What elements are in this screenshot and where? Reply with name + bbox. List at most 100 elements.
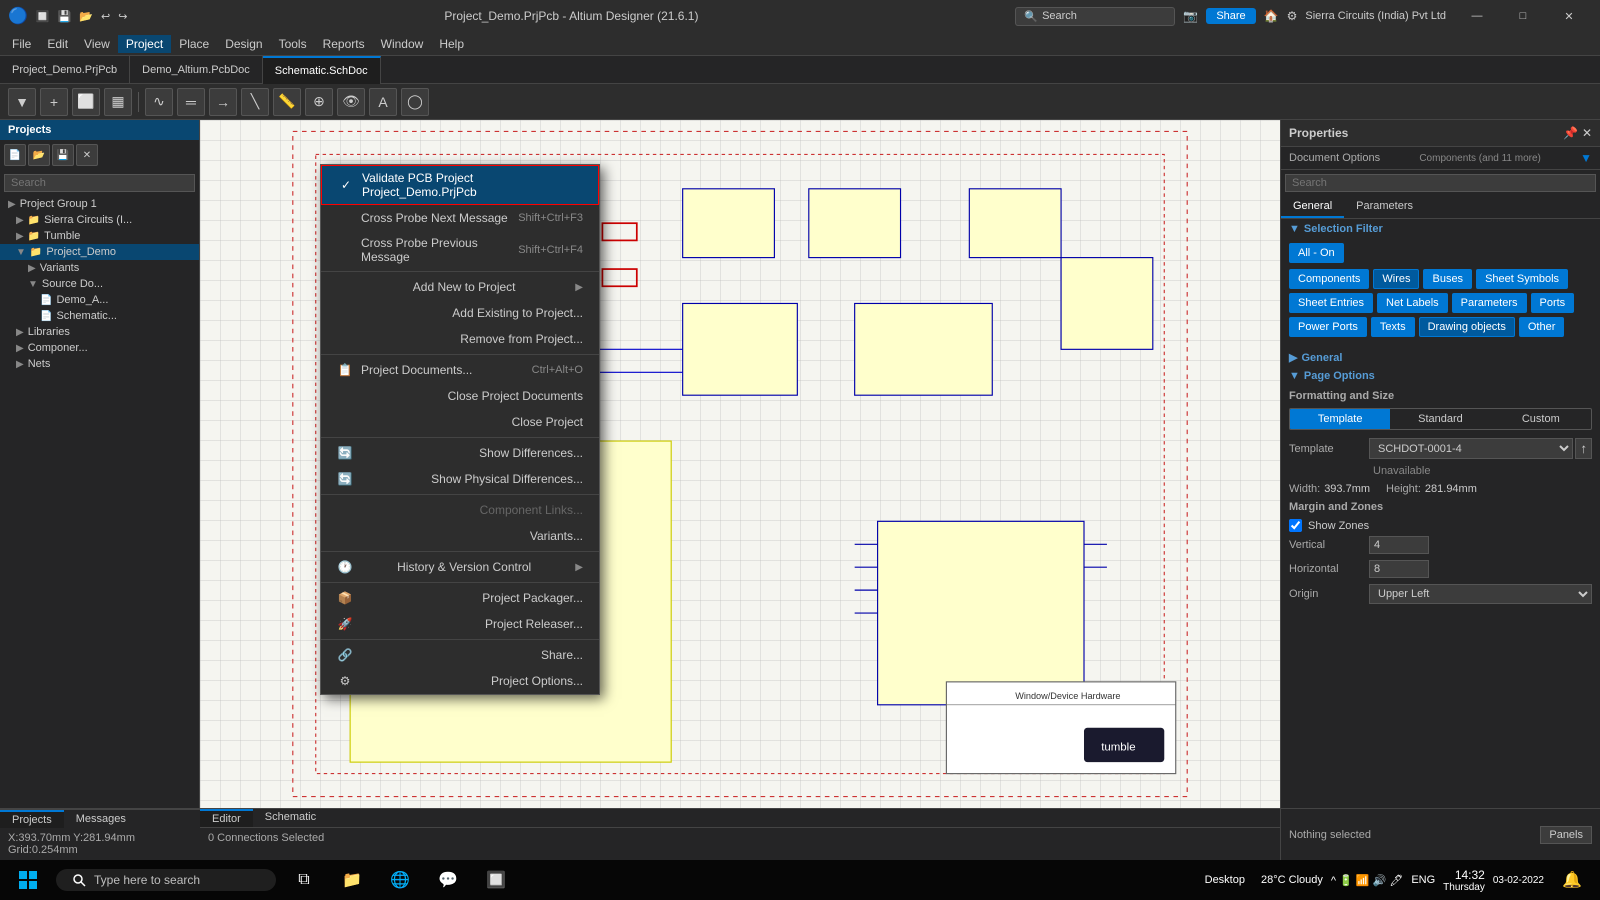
pin-icon[interactable]: 📌 bbox=[1563, 126, 1578, 140]
filter-wires[interactable]: Wires bbox=[1373, 269, 1419, 289]
taskbar-file-explorer[interactable]: 📁 bbox=[332, 860, 372, 900]
settings-icon[interactable]: ⚙ bbox=[1287, 9, 1298, 23]
horizontal-input[interactable] bbox=[1369, 560, 1429, 578]
menu-edit[interactable]: Edit bbox=[39, 35, 76, 53]
sidebar-search-input[interactable] bbox=[4, 174, 195, 192]
menu-show-phys[interactable]: 🔄 Show Physical Differences... bbox=[321, 466, 599, 492]
taskbar-task-view[interactable]: ⧉ bbox=[284, 860, 324, 900]
component-tool[interactable]: ⊕ bbox=[305, 88, 333, 116]
add-tool[interactable]: + bbox=[40, 88, 68, 116]
panels-button[interactable]: Panels bbox=[1540, 826, 1592, 844]
menu-project-docs[interactable]: 📋 Project Documents... Ctrl+Alt+O bbox=[321, 357, 599, 383]
selection-filter-header[interactable]: ▼ Selection Filter bbox=[1281, 219, 1600, 237]
filter-ports[interactable]: Ports bbox=[1531, 293, 1575, 313]
select-tool[interactable]: ▦ bbox=[104, 88, 132, 116]
bus-tool[interactable]: ═ bbox=[177, 88, 205, 116]
taskbar-teams[interactable]: 💬 bbox=[428, 860, 468, 900]
all-on-button[interactable]: All - On bbox=[1289, 243, 1344, 263]
menu-window[interactable]: Window bbox=[373, 35, 432, 53]
menu-cross-next[interactable]: Cross Probe Next Message Shift+Ctrl+F3 bbox=[321, 205, 599, 231]
format-tab-custom[interactable]: Custom bbox=[1491, 409, 1591, 429]
filter-sheet-symbols[interactable]: Sheet Symbols bbox=[1476, 269, 1568, 289]
tree-variants[interactable]: ▶ Variants bbox=[0, 260, 199, 276]
menu-options[interactable]: ⚙ Project Options... bbox=[321, 668, 599, 694]
menu-file[interactable]: File bbox=[4, 35, 39, 53]
filter-buses[interactable]: Buses bbox=[1423, 269, 1472, 289]
filter-texts[interactable]: Texts bbox=[1371, 317, 1415, 337]
tree-project-demo[interactable]: ▼ 📁 Project_Demo bbox=[0, 244, 199, 260]
filter-power-ports[interactable]: Power Ports bbox=[1289, 317, 1367, 337]
menu-packager[interactable]: 📦 Project Packager... bbox=[321, 585, 599, 611]
tab-pcbdoc[interactable]: Demo_Altium.PcbDoc bbox=[130, 56, 263, 84]
filter-icon[interactable]: ▼ bbox=[1580, 151, 1592, 165]
menu-validate[interactable]: ✓ Validate PCB Project Project_Demo.PrjP… bbox=[321, 165, 599, 205]
canvas-area[interactable]: Window/Device Hardware tumble PB1-RESET/… bbox=[200, 120, 1280, 808]
template-update-btn[interactable]: ↑ bbox=[1575, 438, 1592, 459]
editor-tab-schematic[interactable]: Schematic bbox=[253, 809, 328, 827]
tree-project-group[interactable]: ▶ Project Group 1 bbox=[0, 196, 199, 212]
menu-reports[interactable]: Reports bbox=[315, 35, 373, 53]
menu-close-project[interactable]: Close Project bbox=[321, 409, 599, 435]
share-button[interactable]: Share bbox=[1206, 8, 1255, 24]
tab-schdoc[interactable]: Schematic.SchDoc bbox=[263, 56, 381, 84]
taskbar-altium[interactable]: 🔲 bbox=[476, 860, 516, 900]
tree-components[interactable]: ▶ Componer... bbox=[0, 340, 199, 356]
sidebar-new[interactable]: 📄 bbox=[4, 144, 26, 166]
menu-add-existing[interactable]: Add Existing to Project... bbox=[321, 300, 599, 326]
tab-parameters[interactable]: Parameters bbox=[1344, 196, 1425, 218]
tree-schematic[interactable]: 📄 Schematic... bbox=[0, 308, 199, 324]
circle-tool[interactable]: ◯ bbox=[401, 88, 429, 116]
tree-tumble[interactable]: ▶ 📁 Tumble bbox=[0, 228, 199, 244]
maximize-button[interactable]: □ bbox=[1500, 0, 1546, 32]
menu-tools[interactable]: Tools bbox=[271, 35, 315, 53]
line-tool[interactable]: ╲ bbox=[241, 88, 269, 116]
close-panel-icon[interactable]: ✕ bbox=[1582, 126, 1592, 140]
menu-variants[interactable]: Variants... bbox=[321, 523, 599, 549]
filter-other[interactable]: Other bbox=[1519, 317, 1565, 337]
menu-place[interactable]: Place bbox=[171, 35, 217, 53]
global-search[interactable]: 🔍 Search bbox=[1015, 7, 1175, 26]
filter-parameters[interactable]: Parameters bbox=[1452, 293, 1527, 313]
page-options-header[interactable]: ▼ Page Options bbox=[1281, 366, 1600, 384]
bottom-tab-projects[interactable]: Projects bbox=[0, 810, 64, 828]
menu-add-new[interactable]: Add New to Project ▶ bbox=[321, 274, 599, 300]
menu-design[interactable]: Design bbox=[217, 35, 270, 53]
general-section-header[interactable]: ▶ General bbox=[1281, 347, 1600, 366]
filter-net-labels[interactable]: Net Labels bbox=[1377, 293, 1448, 313]
tree-sierra[interactable]: ▶ 📁 Sierra Circuits (I... bbox=[0, 212, 199, 228]
start-button[interactable] bbox=[8, 860, 48, 900]
text-tool[interactable]: A bbox=[369, 88, 397, 116]
sidebar-close[interactable]: ✕ bbox=[76, 144, 98, 166]
measure-tool[interactable]: 📏 bbox=[273, 88, 301, 116]
taskbar-search[interactable]: Type here to search bbox=[56, 869, 276, 891]
show-zones-checkbox[interactable] bbox=[1289, 519, 1302, 532]
format-tab-standard[interactable]: Standard bbox=[1390, 409, 1490, 429]
menu-history[interactable]: 🕐 History & Version Control ▶ bbox=[321, 554, 599, 580]
origin-dropdown[interactable]: Upper Left Upper Right Lower Left Lower … bbox=[1369, 584, 1592, 604]
tab-prjpcb[interactable]: Project_Demo.PrjPcb bbox=[0, 56, 130, 84]
filter-sheet-entries[interactable]: Sheet Entries bbox=[1289, 293, 1373, 313]
menu-remove[interactable]: Remove from Project... bbox=[321, 326, 599, 352]
taskbar-notification[interactable]: 🔔 bbox=[1552, 860, 1592, 900]
arrow-tool[interactable]: → bbox=[209, 88, 237, 116]
menu-releaser[interactable]: 🚀 Project Releaser... bbox=[321, 611, 599, 637]
tree-nets[interactable]: ▶ Nets bbox=[0, 356, 199, 372]
menu-help[interactable]: Help bbox=[431, 35, 472, 53]
sidebar-save[interactable]: 💾 bbox=[52, 144, 74, 166]
bottom-tab-messages[interactable]: Messages bbox=[64, 811, 138, 827]
wire-tool[interactable]: ∿ bbox=[145, 88, 173, 116]
format-tab-template[interactable]: Template bbox=[1290, 409, 1390, 429]
menu-view[interactable]: View bbox=[76, 35, 118, 53]
minimize-button[interactable]: — bbox=[1454, 0, 1500, 32]
filter-drawing-objects[interactable]: Drawing objects bbox=[1419, 317, 1515, 337]
tab-general[interactable]: General bbox=[1281, 196, 1344, 218]
close-button[interactable]: ✕ bbox=[1546, 0, 1592, 32]
menu-project[interactable]: Project bbox=[118, 35, 171, 53]
menu-close-docs[interactable]: Close Project Documents bbox=[321, 383, 599, 409]
home-icon[interactable]: 🏠 bbox=[1264, 9, 1279, 23]
properties-search-input[interactable] bbox=[1285, 174, 1596, 192]
eye-tool[interactable]: 👁 bbox=[337, 88, 365, 116]
menu-show-diff[interactable]: 🔄 Show Differences... bbox=[321, 440, 599, 466]
filter-components[interactable]: Components bbox=[1289, 269, 1369, 289]
taskbar-chrome[interactable]: 🌐 bbox=[380, 860, 420, 900]
